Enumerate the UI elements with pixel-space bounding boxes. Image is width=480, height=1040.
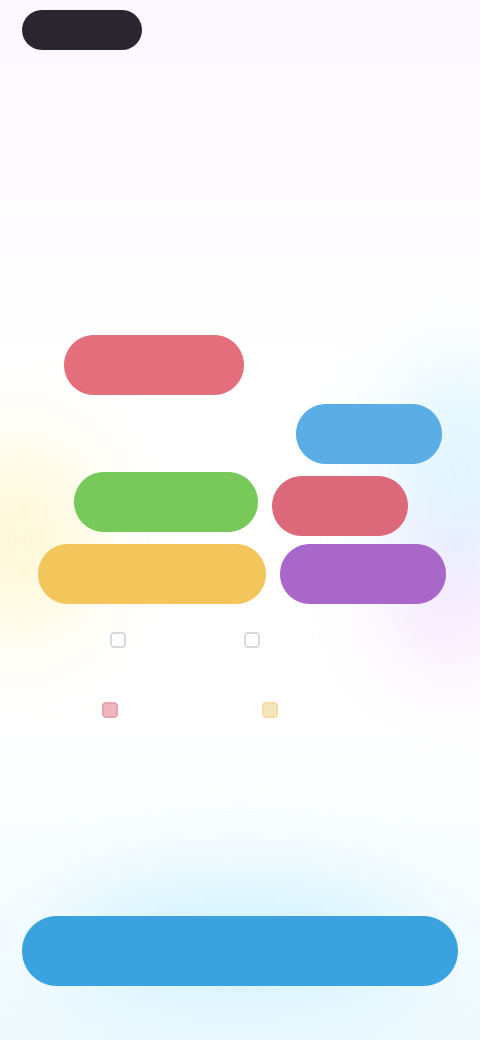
tag-chip-yellow[interactable]: [38, 544, 266, 604]
tag-chip-blue[interactable]: [296, 404, 442, 464]
option-row[interactable]: [262, 702, 288, 718]
checkbox-icon[interactable]: [244, 632, 260, 648]
continue-button[interactable]: [22, 916, 458, 986]
tag-chip-green[interactable]: [74, 472, 258, 532]
option-row[interactable]: [244, 632, 270, 648]
checkbox-icon[interactable]: [110, 632, 126, 648]
tag-chip-purple[interactable]: [280, 544, 446, 604]
checkbox-icon[interactable]: [102, 702, 118, 718]
tag-chip-red[interactable]: [64, 335, 244, 395]
top-bar: [0, 0, 480, 110]
option-row[interactable]: [102, 702, 128, 718]
logo-pill: [22, 10, 142, 50]
option-row[interactable]: [110, 632, 136, 648]
tag-chip-red-2[interactable]: [272, 476, 408, 536]
checkbox-icon[interactable]: [262, 702, 278, 718]
